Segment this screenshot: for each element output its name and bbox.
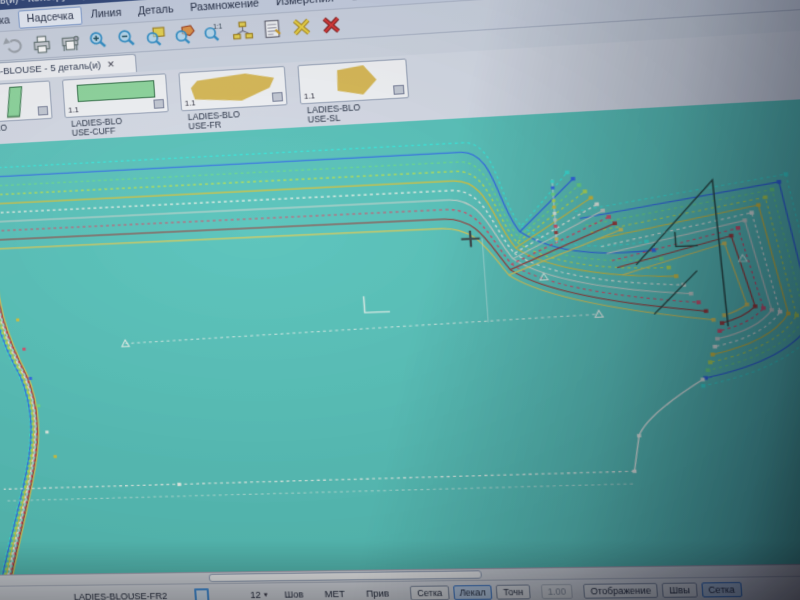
status-button-0[interactable]: Отображение	[583, 582, 659, 599]
toggle-button-2[interactable]: Точн	[496, 584, 531, 600]
status-label-1: МЕТ	[324, 588, 346, 600]
piece-card-use-col[interactable]: 1.1LADIES-BLOUSE-COL	[0, 80, 54, 146]
piece-card-use-fr[interactable]: 1.1 LADIES-BLO USE-FR	[178, 65, 289, 134]
piece-thumbnail[interactable]: 1.1	[62, 73, 169, 119]
menu-item-6[interactable]: Эскиз	[342, 0, 388, 5]
piece-thumbnail[interactable]: 1.1	[0, 80, 53, 125]
current-piece-name: LADIES-BLOUSE-FR2	[73, 590, 168, 600]
piece-shape-collar	[7, 86, 23, 118]
toggle-button-1[interactable]: Лекал	[452, 584, 493, 600]
delete-red-icon[interactable]	[317, 12, 345, 37]
zoom-1-1-icon[interactable]: 1:1	[200, 20, 228, 44]
ruler-icon	[153, 99, 165, 109]
status-toggles: Сетка Лекал Точн	[410, 584, 534, 600]
pattern-drawing	[0, 90, 800, 576]
report-icon[interactable]	[258, 16, 286, 40]
zoom-out-icon[interactable]	[113, 26, 140, 50]
menu-item-4[interactable]: Размножение	[182, 0, 267, 16]
size-value: 12	[249, 589, 262, 600]
piece-checkbox[interactable]	[193, 588, 210, 600]
size-dropdown[interactable]: 12 ▾	[250, 590, 268, 600]
print-icon[interactable]	[28, 32, 55, 56]
toggle-button-0[interactable]: Сетка	[410, 585, 450, 600]
menu-item-0[interactable]: Точка	[0, 11, 17, 30]
application-window: 5 деталь(и) - Конструктор ТочкаНадсечкаЛ…	[0, 0, 800, 600]
photo-stage: G 5 деталь(и) - Конструктор ТочкаНадсечк…	[0, 0, 800, 600]
plotter-icon[interactable]	[57, 30, 84, 54]
delete-yellow-icon[interactable]	[288, 14, 316, 38]
menu-item-1[interactable]: Надсечка	[18, 5, 83, 29]
drawing-canvas[interactable]	[0, 89, 800, 586]
piece-shape-cuff	[76, 80, 156, 103]
ruler-icon	[37, 105, 49, 116]
scheme-icon[interactable]	[229, 18, 257, 42]
status-buttons: Отображение Швы Сетка	[583, 581, 746, 599]
piece-shape-sleeve	[328, 65, 377, 97]
piece-thumbnail[interactable]: 1.1	[178, 65, 288, 112]
status-label-0: Шов	[284, 589, 304, 600]
piece-shape-front	[190, 72, 275, 104]
zoom-window-icon[interactable]	[142, 24, 169, 48]
piece-scale: 1.1	[184, 98, 196, 109]
menu-item-5[interactable]: Измерения	[268, 0, 342, 10]
status-labels: Шов МЕТ Прив	[284, 588, 411, 600]
menu-item-2[interactable]: Линия	[83, 4, 129, 23]
status-button-2[interactable]: Сетка	[700, 581, 743, 598]
piece-scale: 1.1	[67, 105, 80, 115]
menu-item-3[interactable]: Деталь	[130, 0, 181, 20]
zoom-in-icon[interactable]	[85, 28, 112, 52]
zoom-piece-icon[interactable]	[171, 22, 198, 46]
ruler-icon	[393, 84, 405, 95]
piece-card-use-sl[interactable]: 1.1 LADIES-BLO USE-SL	[297, 58, 410, 127]
status-label-2: Прив	[365, 588, 390, 599]
undo-icon[interactable]	[0, 33, 27, 57]
piece-scale: 1.1	[303, 91, 316, 102]
piece-thumbnail[interactable]: 1.1	[297, 58, 410, 105]
piece-card-use-cuff[interactable]: 1.1 LADIES-BLO USE-CUFF	[62, 73, 170, 140]
chevron-down-icon: ▾	[263, 591, 268, 599]
scale-indicator: 1.00	[540, 583, 574, 600]
status-button-1[interactable]: Швы	[661, 582, 698, 598]
tab-close-icon[interactable]: ✕	[107, 59, 115, 71]
ruler-icon	[271, 91, 284, 102]
